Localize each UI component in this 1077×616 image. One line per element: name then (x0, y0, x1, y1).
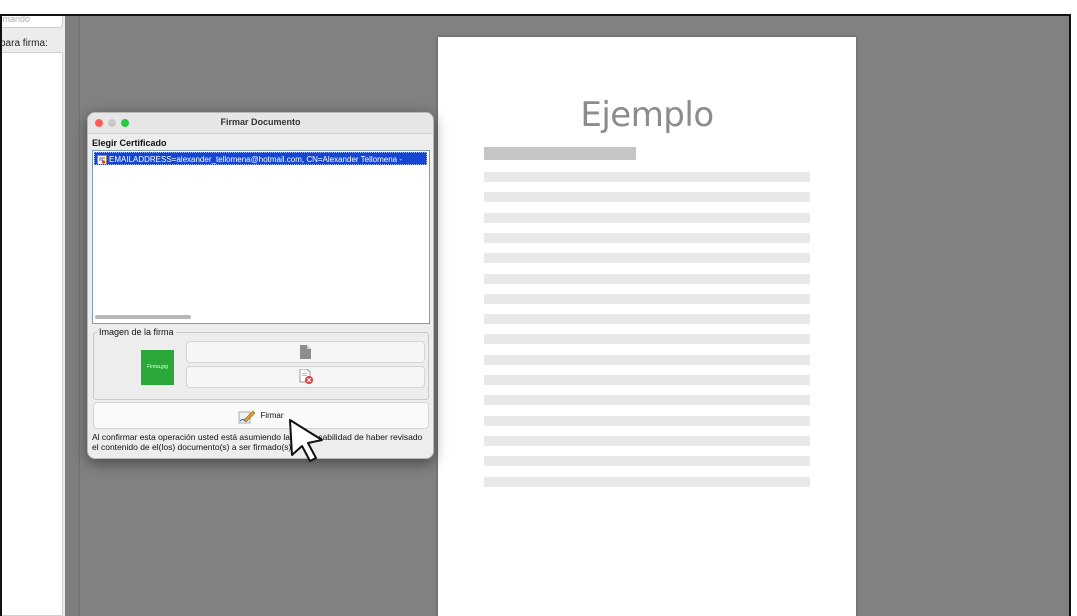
document-text-line (484, 212, 810, 223)
document-text-line (484, 314, 810, 325)
document-text-line (484, 456, 810, 467)
document-text-line (484, 334, 810, 345)
remove-image-button[interactable] (186, 366, 425, 388)
document-text-line (484, 375, 810, 385)
legal-notice: Al confirmar esta operación usted está a… (92, 432, 423, 452)
certificate-list[interactable]: EMAILADDRESS=alexander_tellomena@hotmail… (92, 150, 430, 324)
sign-pen-icon (238, 409, 256, 424)
certificate-row-text: EMAILADDRESS=alexander_tellomena@hotmail… (109, 155, 402, 164)
choose-certificate-label: Elegir Certificado (92, 138, 167, 148)
pointer-cursor-icon (289, 419, 323, 462)
horizontal-scrollbar[interactable] (95, 315, 191, 319)
dialog-titlebar: Firmar Documento (88, 113, 433, 134)
left-side-panel: Firmando para firma: (2, 16, 66, 616)
document-heading-placeholder (484, 147, 636, 160)
document-text-line (484, 395, 810, 406)
certificate-icon (97, 154, 107, 164)
select-image-button[interactable] (186, 341, 425, 363)
document-text-line (484, 415, 810, 426)
document-text-line (484, 273, 810, 284)
left-search-field[interactable]: Firmando (2, 16, 63, 28)
left-panel-label: para firma: (0, 38, 48, 49)
certificate-row[interactable]: EMAILADDRESS=alexander_tellomena@hotmail… (94, 152, 427, 165)
signature-thumbnail: Firma.jpg (141, 350, 174, 385)
document-text-line (484, 172, 810, 182)
document-text-line (484, 476, 810, 487)
document-text-line (484, 232, 810, 243)
remove-file-icon (299, 369, 313, 384)
document-text-line (484, 293, 810, 304)
signature-image-group: Imagen de la firma Firma.jpg (93, 327, 429, 400)
document-text-line (484, 354, 810, 365)
left-panel-list[interactable] (2, 52, 63, 616)
document-text-line (484, 253, 810, 264)
signature-image-label: Imagen de la firma (97, 327, 176, 337)
panel-divider[interactable] (65, 16, 80, 616)
document-text-line (484, 192, 810, 203)
document-title: Ejemplo (580, 95, 714, 135)
file-icon (300, 345, 311, 359)
document-text-line (484, 435, 810, 446)
document-page: Ejemplo (438, 37, 856, 616)
sign-button[interactable]: Firmar (93, 402, 429, 429)
dialog-title: Firmar Documento (220, 117, 301, 127)
sign-document-dialog: Firmar Documento Elegir Certificado EMAI… (87, 112, 434, 459)
